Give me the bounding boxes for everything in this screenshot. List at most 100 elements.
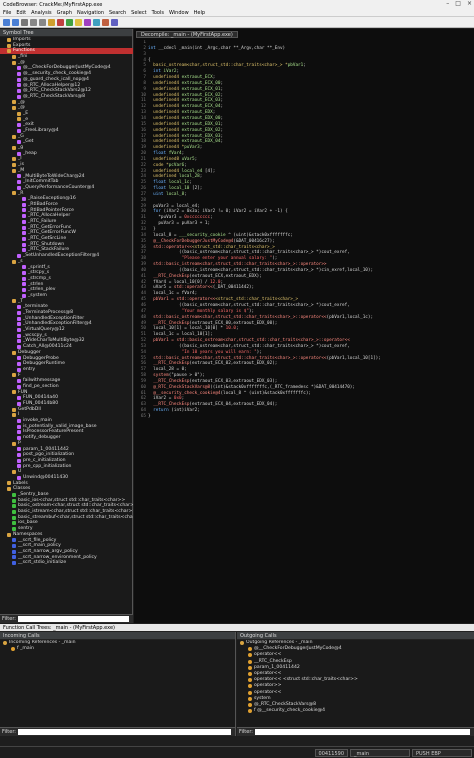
- filter-label: Filter:: [239, 729, 253, 735]
- code-token: 10.0: [225, 326, 236, 332]
- next-function-icon[interactable]: [93, 18, 100, 26]
- folder-icon: [3, 641, 7, 646]
- redo-icon[interactable]: [39, 18, 46, 26]
- function-icon: [22, 225, 26, 230]
- tree-item-label: P: [18, 440, 21, 446]
- folder-icon: [12, 145, 16, 150]
- next-data-icon[interactable]: [66, 18, 73, 26]
- folder-icon: [12, 162, 16, 167]
- folder-icon: [12, 191, 16, 196]
- incoming-filter-input[interactable]: [17, 729, 231, 735]
- code-token: (extraout_ECX_02,extraout_EDX_02);: [189, 361, 278, 367]
- folder-icon: [12, 100, 16, 105]
- function-icon: [22, 248, 26, 253]
- function-call-icon: [248, 647, 252, 652]
- function-icon: [17, 305, 21, 310]
- save-icon[interactable]: [21, 18, 28, 26]
- folder-icon: [7, 487, 11, 492]
- call-tree-item[interactable]: f _main: [0, 646, 235, 652]
- filter-label: Filter:: [2, 616, 16, 622]
- function-icon: [17, 94, 21, 99]
- class-icon: [12, 515, 16, 520]
- function-icon: [17, 71, 21, 76]
- function-call-icon: [248, 659, 252, 664]
- incoming-calls-list: Incoming References - _main f _main: [0, 640, 235, 728]
- code-line[interactable]: 65}: [134, 414, 474, 420]
- menu-graph[interactable]: Graph: [57, 10, 72, 16]
- function-icon: [22, 231, 26, 236]
- code-token: ;: [210, 215, 213, 221]
- refresh-icon[interactable]: [48, 18, 55, 26]
- minimize-icon[interactable]: –: [446, 0, 449, 7]
- tree-item[interactable]: __scrt_stdio_initialize: [0, 560, 133, 566]
- function-icon: [22, 197, 26, 202]
- code-token: __cdecl _main(int _Argc,char **_Argv,cha…: [158, 45, 286, 51]
- menu-search[interactable]: Search: [109, 10, 126, 16]
- toolbar: [0, 17, 474, 28]
- code-token: ;: [303, 63, 306, 69]
- line-number: 65: [140, 414, 146, 419]
- status-address: 00411590: [314, 748, 348, 757]
- function-icon: [17, 435, 21, 440]
- code-token: (int)iVar2;: [171, 408, 200, 414]
- folder-icon: [12, 134, 16, 139]
- incoming-calls-panel: Incoming Calls Incoming References - _ma…: [0, 632, 236, 736]
- undo-icon[interactable]: [30, 18, 37, 26]
- tree-item-label: entry: [23, 366, 36, 372]
- class-icon: [12, 492, 16, 497]
- function-icon: [17, 185, 21, 190]
- code-token: (_DAT_00411442);: [212, 285, 255, 291]
- function-call-icon: [248, 672, 252, 677]
- call-tree-item[interactable]: f @__security_check_cookie@4: [237, 708, 474, 714]
- tree-item-label: @_RTC_CheckStackVars@8: [23, 93, 86, 99]
- tree-item-label: notify_debugger: [23, 435, 61, 441]
- function-icon: [17, 174, 21, 179]
- bookmark-icon[interactable]: [102, 18, 109, 26]
- menu-navigation[interactable]: Navigation: [77, 10, 104, 16]
- function-icon: [17, 475, 21, 480]
- symbol-tree-panel: Symbol Tree Imports Exports Functions _fini…: [0, 29, 133, 623]
- code-token: puVar3: [184, 145, 200, 151]
- namespace-icon: [12, 544, 16, 549]
- back-icon[interactable]: [3, 18, 10, 26]
- search-icon[interactable]: [111, 18, 118, 26]
- outgoing-filter-input[interactable]: [254, 729, 470, 735]
- code-token: ;: [220, 104, 224, 110]
- code-token: [2];: [189, 186, 203, 192]
- next-undefined-icon[interactable]: [75, 18, 82, 26]
- function-icon: [17, 327, 21, 332]
- function-icon: [17, 123, 21, 128]
- next-instruction-icon[interactable]: [57, 18, 64, 26]
- menu-select[interactable]: Select: [131, 10, 146, 16]
- class-icon: [12, 521, 16, 526]
- close-icon[interactable]: ×: [467, 0, 472, 7]
- next-label-icon[interactable]: [84, 18, 91, 26]
- call-tree-item-label: f @__security_check_cookie@4: [254, 708, 326, 714]
- function-icon: [17, 316, 21, 321]
- menu-tools[interactable]: Tools: [152, 10, 164, 16]
- folder-icon: [17, 111, 21, 116]
- function-icon: [22, 271, 26, 276]
- code-token: int: [148, 45, 159, 51]
- outgoing-calls-title: Outgoing Calls: [240, 632, 277, 639]
- menu-analysis[interactable]: Analysis: [31, 10, 52, 16]
- code-token: ;: [184, 191, 187, 197]
- menu-window[interactable]: Window: [169, 10, 189, 16]
- decompiler-tab[interactable]: Decompile: _main - (MyFirstApp.exe): [136, 31, 238, 38]
- function-icon: [22, 242, 26, 247]
- namespace-icon: [12, 555, 16, 560]
- symbol-filter-input[interactable]: [17, 616, 129, 622]
- namespace-icon: [12, 549, 16, 554]
- menu-edit[interactable]: Edit: [16, 10, 26, 16]
- tree-item-label: __scrt_stdio_initialize: [18, 560, 67, 566]
- menu-help[interactable]: Help: [194, 10, 205, 16]
- forward-icon[interactable]: [12, 18, 19, 26]
- function-icon: [17, 447, 21, 452]
- tree-item-label: _system: [28, 292, 47, 298]
- maximize-icon[interactable]: □: [455, 0, 461, 7]
- function-icon: [17, 77, 21, 82]
- function-icon: [17, 453, 21, 458]
- folder-icon: [12, 390, 16, 395]
- menu-file[interactable]: File: [3, 10, 11, 16]
- function-icon: [22, 236, 26, 241]
